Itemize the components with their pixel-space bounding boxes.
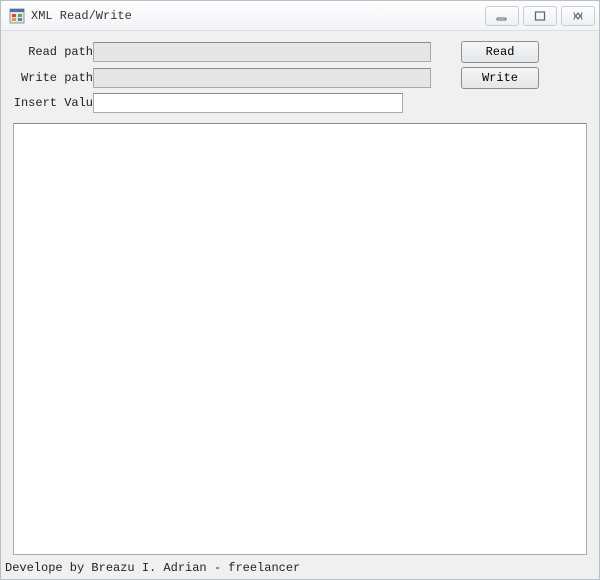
minimize-button[interactable]: [485, 6, 519, 26]
footer-text: Develope by Breazu I. Adrian - freelance…: [5, 561, 300, 575]
write-path-row: Write path Write: [13, 67, 587, 89]
read-path-label: Read path: [13, 45, 93, 59]
app-icon: [9, 8, 25, 24]
read-path-row: Read path Read: [13, 41, 587, 63]
client-area: Read path Read Write path Write Insert V…: [1, 31, 599, 579]
insert-value-row: Insert Valu: [13, 93, 587, 113]
write-button[interactable]: Write: [461, 67, 539, 89]
app-window: XML Read/Write Read path Read: [0, 0, 600, 580]
minimize-icon: [496, 10, 508, 22]
write-path-label: Write path: [13, 71, 93, 85]
read-button[interactable]: Read: [461, 41, 539, 63]
output-wrap: [13, 123, 587, 555]
titlebar: XML Read/Write: [1, 1, 599, 31]
output-textarea[interactable]: [13, 123, 587, 555]
close-button[interactable]: [561, 6, 595, 26]
window-controls: [481, 6, 595, 26]
insert-value-label: Insert Valu: [13, 96, 93, 110]
read-path-input[interactable]: [93, 42, 431, 62]
write-path-input[interactable]: [93, 68, 431, 88]
maximize-icon: [534, 10, 546, 22]
window-title: XML Read/Write: [31, 9, 481, 23]
maximize-button[interactable]: [523, 6, 557, 26]
insert-value-input[interactable]: [93, 93, 403, 113]
close-icon: [572, 10, 584, 22]
